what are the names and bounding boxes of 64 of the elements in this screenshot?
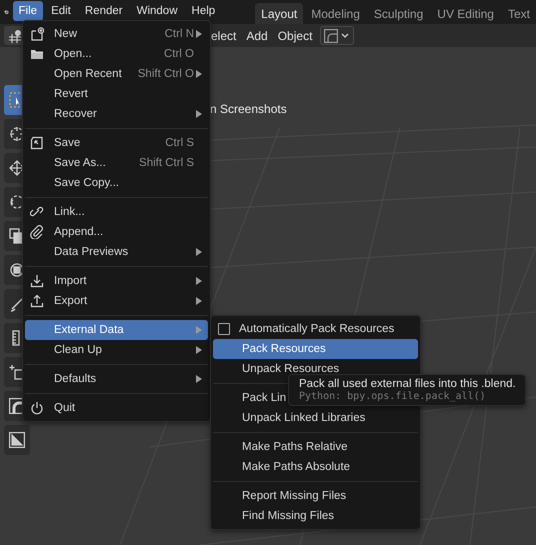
menu-item[interactable]: Unpack Linked Libraries (213, 408, 418, 428)
menu-item[interactable]: Quit (25, 398, 208, 418)
chain-link-icon (30, 205, 44, 219)
header-menu[interactable]: Add (241, 26, 273, 44)
shortcut-text: Ctrl N (164, 28, 194, 40)
shortcut-text: Shift Ctrl O (138, 68, 194, 80)
workspace-tab[interactable]: Sculpting (368, 3, 430, 24)
menu-button[interactable]: Window (130, 1, 184, 21)
shortcut-text: Ctrl S (165, 137, 194, 149)
workspace-tab[interactable]: Layout (255, 3, 304, 24)
menu-item[interactable]: Defaults (25, 369, 208, 389)
menu-button[interactable]: Help (186, 1, 222, 21)
menu-button[interactable]: File (12, 1, 44, 21)
tool-button[interactable] (4, 425, 30, 455)
menu-item[interactable]: Find Missing Files (213, 506, 418, 526)
menu-item[interactable]: New Ctrl N (25, 24, 208, 44)
menu-item[interactable]: Open Recent Shift Ctrl O (25, 64, 208, 84)
menu-item[interactable]: Save Ctrl S (25, 133, 208, 153)
menu-item[interactable]: Recover (25, 104, 208, 124)
shortcut-text: Ctrl O (164, 48, 194, 60)
document-plus-icon (30, 27, 44, 41)
workspace-tab[interactable]: Modeling (305, 3, 366, 24)
tooltip-python-path: Python: bpy.ops.file.pack_all() (299, 391, 487, 402)
shear-icon (9, 432, 25, 448)
menu-item[interactable]: Report Missing Files (213, 486, 418, 506)
menu-item[interactable]: Unpack Resources (213, 359, 418, 379)
header-menu[interactable]: Object (272, 26, 318, 44)
paperclip-icon (30, 225, 44, 239)
menu-item[interactable]: Make Paths Absolute (213, 457, 418, 477)
export-arrow-icon (30, 294, 44, 308)
menu-item[interactable]: Make Paths Relative (213, 437, 418, 457)
menu-item[interactable]: Save As... Shift Ctrl S (25, 153, 208, 173)
curve-icon (324, 28, 338, 42)
power-icon (30, 401, 44, 415)
pencil-icon (9, 296, 25, 312)
object-mode-icon (8, 28, 22, 42)
viewport-info-text: n Screenshots (210, 102, 287, 116)
menu-item[interactable]: Automatically Pack Resources (213, 319, 418, 339)
tooltip-description: Pack all used external files into this .blend. (299, 378, 515, 390)
menu-item[interactable]: Export (25, 291, 208, 311)
move-icon (9, 160, 25, 176)
menu-item[interactable]: Append... (25, 222, 208, 242)
menu-item[interactable]: Pack Resources (213, 339, 418, 359)
menu-item[interactable]: External Data (25, 320, 208, 340)
checkbox[interactable] (218, 323, 230, 335)
workspace-tab[interactable]: Text (502, 3, 536, 24)
chevron-down-icon (341, 32, 350, 38)
menu-item[interactable]: Revert (25, 84, 208, 104)
shortcut-text: Shift Ctrl S (139, 157, 194, 169)
transform-icon (9, 262, 25, 278)
menu-button[interactable]: Edit (45, 1, 77, 21)
cursor-icon (9, 126, 25, 142)
menu-item[interactable]: Open... Ctrl O (25, 44, 208, 64)
menu-button[interactable]: Render (78, 1, 129, 21)
menu-item[interactable]: Save Copy... (25, 173, 208, 193)
import-arrow-icon (30, 274, 44, 288)
header-menu[interactable]: elect (206, 26, 242, 44)
menu-item[interactable]: Link... (25, 202, 208, 222)
dropdown-button[interactable] (320, 26, 354, 45)
menu-item[interactable]: Data Previews (25, 242, 208, 262)
menu-item[interactable]: Import (25, 271, 208, 291)
workspace-tab[interactable]: UV Editing (431, 3, 500, 24)
folder-icon (30, 47, 44, 61)
menu-item[interactable]: Clean Up (25, 340, 208, 360)
